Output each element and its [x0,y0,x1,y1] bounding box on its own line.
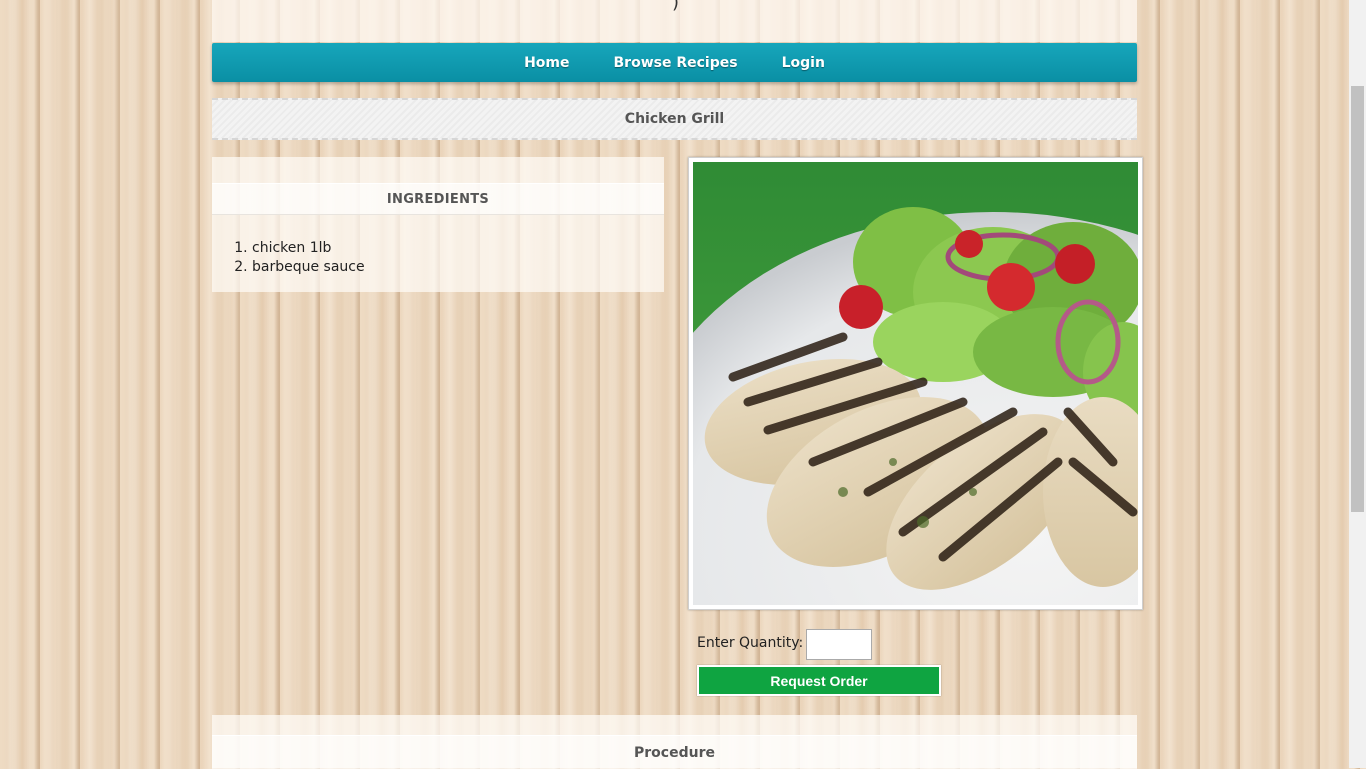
ingredients-heading: INGREDIENTS [212,183,664,215]
procedure-heading: Procedure [212,735,1137,769]
recipe-photo [693,162,1138,605]
site-header: ) [212,0,1137,42]
recipe-title: Chicken Grill [624,111,725,127]
main-navbar: Home Browse Recipes Login [212,43,1137,82]
nav-browse-recipes-link[interactable]: Browse Recipes [592,55,760,71]
scrollbar-thumb[interactable] [1351,86,1364,512]
ingredient-item: barbeque sauce [252,258,365,277]
request-order-button[interactable]: Request Order [697,665,941,696]
nav-home-link[interactable]: Home [502,55,591,71]
recipe-photo-frame [688,157,1143,610]
procedure-panel: Procedure [212,715,1137,769]
header-logo-fragment: ) [672,0,680,13]
nav-login-link[interactable]: Login [760,55,847,71]
ingredients-list: chicken 1lb barbeque sauce [232,239,365,277]
quantity-input[interactable] [806,629,872,660]
ingredients-panel: INGREDIENTS chicken 1lb barbeque sauce [212,157,664,292]
recipe-title-bar: Chicken Grill [212,98,1137,140]
ingredient-item: chicken 1lb [252,239,365,258]
page-scrollbar[interactable] [1349,0,1366,768]
quantity-label: Enter Quantity: [697,635,804,651]
